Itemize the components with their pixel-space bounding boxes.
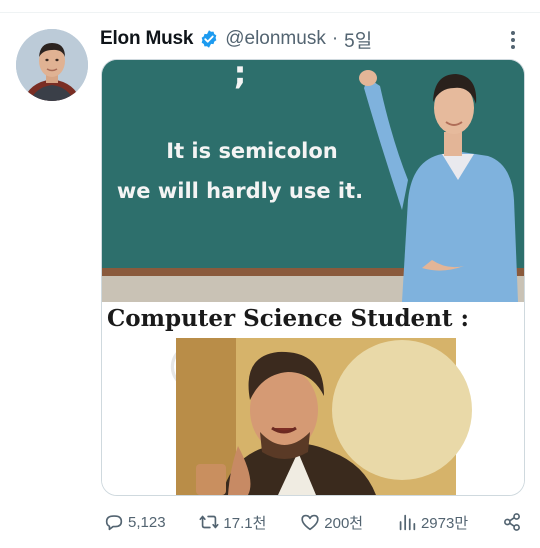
author-name[interactable]: Elon Musk — [100, 28, 193, 50]
chalk-line-1: It is semicolon — [166, 139, 337, 163]
like-icon — [301, 514, 319, 531]
like-count: 200천 — [324, 514, 364, 532]
reply-count: 5,123 — [128, 513, 166, 531]
views-icon — [399, 514, 416, 531]
avatar-image — [16, 29, 88, 101]
share-button[interactable] — [501, 511, 523, 533]
meme-image: ; It is semicolon we will hardly use it.… — [102, 60, 524, 495]
meme-caption: Computer Science Student : — [107, 305, 469, 332]
chalk-line-2: we will hardly use it. — [117, 179, 363, 203]
retweet-button[interactable]: 17.1천 — [198, 511, 266, 533]
retweet-count: 17.1천 — [223, 514, 267, 532]
tweet-media[interactable]: ; It is semicolon we will hardly use it.… — [101, 59, 525, 496]
views-button[interactable]: 2973만 — [396, 511, 468, 533]
chalk-symbol: ; — [234, 60, 247, 92]
timestamp[interactable]: 5일 — [344, 26, 372, 53]
avatar[interactable] — [16, 29, 88, 101]
reply-button[interactable]: 5,123 — [103, 511, 166, 533]
tweet-header: Elon Musk @elonmusk · 5일 — [100, 26, 372, 53]
share-icon — [504, 513, 520, 531]
retweet-icon — [199, 515, 219, 529]
author-handle[interactable]: @elonmusk — [225, 28, 326, 50]
verified-badge-icon — [201, 30, 217, 48]
tweet[interactable]: Elon Musk @elonmusk · 5일 ; It is semicol… — [0, 13, 540, 548]
laughing-man-image — [176, 338, 472, 495]
views-count: 2973만 — [420, 514, 469, 532]
separator-dot: · — [331, 28, 339, 49]
tweet-actions: 5,123 17.1천 200천 2973만 — [103, 508, 523, 536]
reply-icon — [105, 515, 123, 531]
more-icon — [511, 31, 515, 49]
more-button[interactable] — [508, 29, 518, 51]
like-button[interactable]: 200천 — [299, 511, 363, 533]
